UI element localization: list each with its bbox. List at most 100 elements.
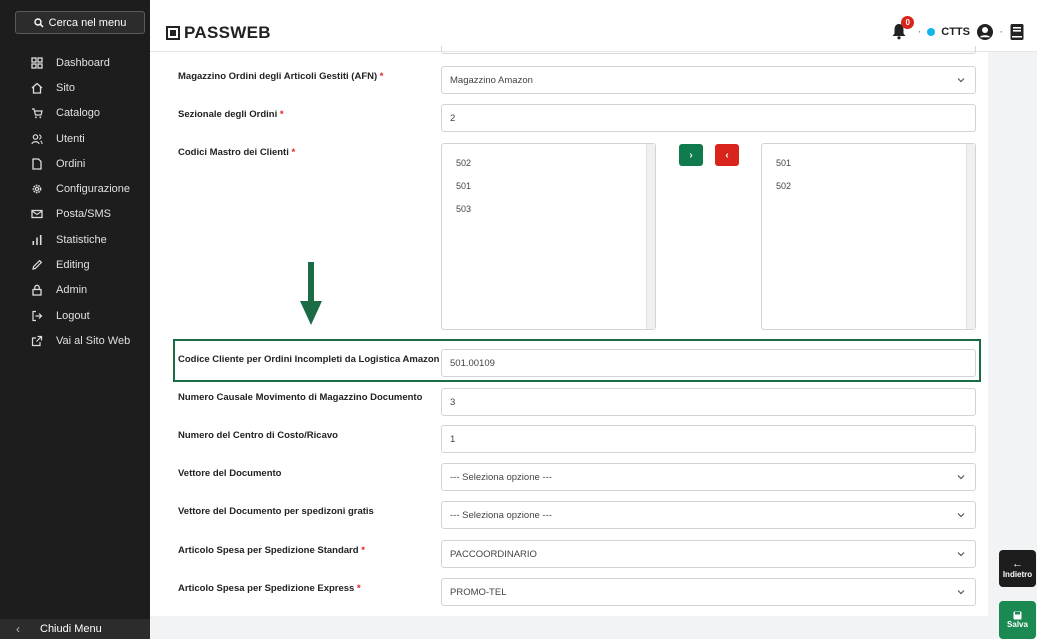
- passweb-logo[interactable]: PASSWEB: [166, 23, 271, 43]
- numero-causale-input[interactable]: 3: [441, 388, 976, 416]
- move-right-button[interactable]: ›: [679, 144, 703, 166]
- list-item[interactable]: 501: [456, 181, 471, 191]
- sidebar-item-statistiche[interactable]: Statistiche: [0, 227, 150, 252]
- sidebar-item-label: Sito: [56, 81, 75, 94]
- sezionale-input[interactable]: 2: [441, 104, 976, 132]
- header-actions: 0 · CTTS ·: [890, 16, 1025, 42]
- order-icon: [29, 158, 45, 170]
- articolo-express-label: Articolo Spesa per Spedizione Express *: [178, 583, 361, 594]
- notifications-button[interactable]: 0: [890, 16, 915, 42]
- back-button[interactable]: ← Indietro: [999, 550, 1036, 587]
- sidebar-item-editing[interactable]: Editing: [0, 252, 150, 277]
- chart-icon: [29, 234, 45, 246]
- sidebar-item-vai-al-sito-web[interactable]: Vai al Sito Web: [0, 328, 150, 353]
- list-item[interactable]: 502: [456, 158, 471, 168]
- settings-form-card: Magazzino Ordini degli Articoli Gestiti …: [150, 46, 988, 616]
- pencil-icon: [29, 259, 45, 271]
- magazzino-select[interactable]: Magazzino Amazon: [441, 66, 976, 94]
- vettore-gratis-label: Vettore del Documento per spedizoni grat…: [178, 506, 374, 517]
- mail-icon: [29, 208, 45, 220]
- sidebar-item-label: Editing: [56, 259, 90, 272]
- save-button[interactable]: Salva: [999, 601, 1036, 639]
- sidebar-item-posta-sms[interactable]: Posta/SMS: [0, 202, 150, 227]
- articolo-standard-value: PACCOORDINARIO: [450, 548, 537, 560]
- logo-text: PASSWEB: [184, 23, 271, 42]
- status-dot-icon: [927, 28, 936, 36]
- vettore-gratis-select[interactable]: --- Seleziona opzione ---: [441, 501, 976, 529]
- menu-search-button[interactable]: Cerca nel menu: [15, 11, 145, 34]
- numero-causale-value: 3: [450, 396, 456, 408]
- gear-icon: [29, 183, 45, 195]
- close-menu-button[interactable]: ‹ Chiudi Menu: [0, 619, 150, 639]
- available-codes-listbox[interactable]: 502 501 503: [441, 143, 656, 330]
- move-left-button[interactable]: ‹: [715, 144, 739, 166]
- user-circle-icon[interactable]: [976, 23, 994, 41]
- sidebar-item-label: Catalogo: [56, 107, 101, 120]
- top-header: PASSWEB 0 · CTTS ·: [150, 0, 1037, 52]
- codici-mastro-label: Codici Mastro dei Clienti *: [178, 147, 296, 158]
- search-icon: [33, 17, 44, 28]
- articolo-express-value: PROMO-TEL: [450, 586, 507, 598]
- lock-icon: [29, 284, 45, 296]
- sidebar-item-logout[interactable]: Logout: [0, 303, 150, 328]
- list-item[interactable]: 501: [776, 158, 791, 168]
- sidebar-item-configurazione[interactable]: Configurazione: [0, 176, 150, 201]
- menu-search-label: Cerca nel menu: [48, 16, 127, 29]
- save-disk-icon: [1013, 611, 1022, 620]
- dot-separator-icon: ·: [1000, 27, 1003, 37]
- centro-costo-value: 1: [450, 433, 456, 445]
- numero-causale-label: Numero Causale Movimento di Magazzino Do…: [178, 392, 423, 403]
- sidebar-item-sito[interactable]: Sito: [0, 75, 150, 100]
- vettore-select[interactable]: --- Seleziona opzione ---: [441, 463, 976, 491]
- users-icon: [29, 133, 45, 145]
- close-menu-label: Chiudi Menu: [40, 623, 102, 635]
- articolo-express-select[interactable]: PROMO-TEL: [441, 578, 976, 606]
- dashboard-icon: [29, 56, 45, 69]
- vettore-value: --- Seleziona opzione ---: [450, 471, 552, 483]
- chevron-down-icon: [957, 513, 965, 518]
- sidebar-item-catalogo[interactable]: Catalogo: [0, 101, 150, 126]
- vettore-label: Vettore del Documento: [178, 468, 282, 479]
- notification-badge: 0: [901, 16, 915, 29]
- sidebar-nav: Dashboard Sito Catalogo Utenti Ordini Co…: [0, 50, 150, 354]
- book-icon[interactable]: [1009, 23, 1025, 41]
- sidebar-item-label: Utenti: [56, 132, 85, 145]
- sidebar-item-label: Configurazione: [56, 183, 130, 196]
- selected-codes-listbox[interactable]: 501 502: [761, 143, 976, 330]
- sidebar-item-label: Posta/SMS: [56, 208, 112, 221]
- sidebar-item-utenti[interactable]: Utenti: [0, 126, 150, 151]
- logout-icon: [29, 310, 45, 322]
- articolo-standard-select[interactable]: PACCOORDINARIO: [441, 540, 976, 568]
- sidebar-item-label: Admin: [56, 284, 88, 297]
- codice-cliente-input[interactable]: 501.00109: [441, 349, 976, 377]
- listbox-scrollbar[interactable]: [966, 144, 975, 329]
- sidebar-item-ordini[interactable]: Ordini: [0, 151, 150, 176]
- logo-mark-icon: [166, 26, 180, 40]
- codice-cliente-value: 501.00109: [450, 357, 495, 369]
- articolo-standard-label: Articolo Spesa per Spedizione Standard *: [178, 545, 365, 556]
- sidebar-item-label: Ordini: [56, 157, 86, 170]
- user-label: CTTS: [941, 26, 970, 38]
- sidebar-item-label: Logout: [56, 309, 90, 322]
- dot-separator-icon: ·: [918, 27, 922, 37]
- sidebar-item-label: Dashboard: [56, 56, 110, 69]
- annotation-arrow-head-icon: [300, 301, 322, 325]
- list-item[interactable]: 503: [456, 204, 471, 214]
- sidebar-item-admin[interactable]: Admin: [0, 278, 150, 303]
- chevron-down-icon: [957, 78, 965, 83]
- arrow-left-icon: ←: [1012, 557, 1023, 570]
- vettore-gratis-value: --- Seleziona opzione ---: [450, 509, 552, 521]
- sezionale-label: Sezionale degli Ordini *: [178, 109, 284, 120]
- chevron-down-icon: [957, 590, 965, 595]
- listbox-scrollbar[interactable]: [646, 144, 655, 329]
- external-link-icon: [29, 335, 45, 347]
- centro-costo-input[interactable]: 1: [441, 425, 976, 453]
- sidebar-item-dashboard[interactable]: Dashboard: [0, 50, 150, 75]
- cart-icon: [29, 107, 45, 119]
- chevron-down-icon: [957, 475, 965, 480]
- centro-costo-label: Numero del Centro di Costo/Ricavo: [178, 430, 338, 441]
- sidebar-item-label: Statistiche: [56, 233, 107, 246]
- list-item[interactable]: 502: [776, 181, 791, 191]
- back-label: Indietro: [1002, 570, 1033, 580]
- chevron-left-icon: ‹: [16, 622, 20, 636]
